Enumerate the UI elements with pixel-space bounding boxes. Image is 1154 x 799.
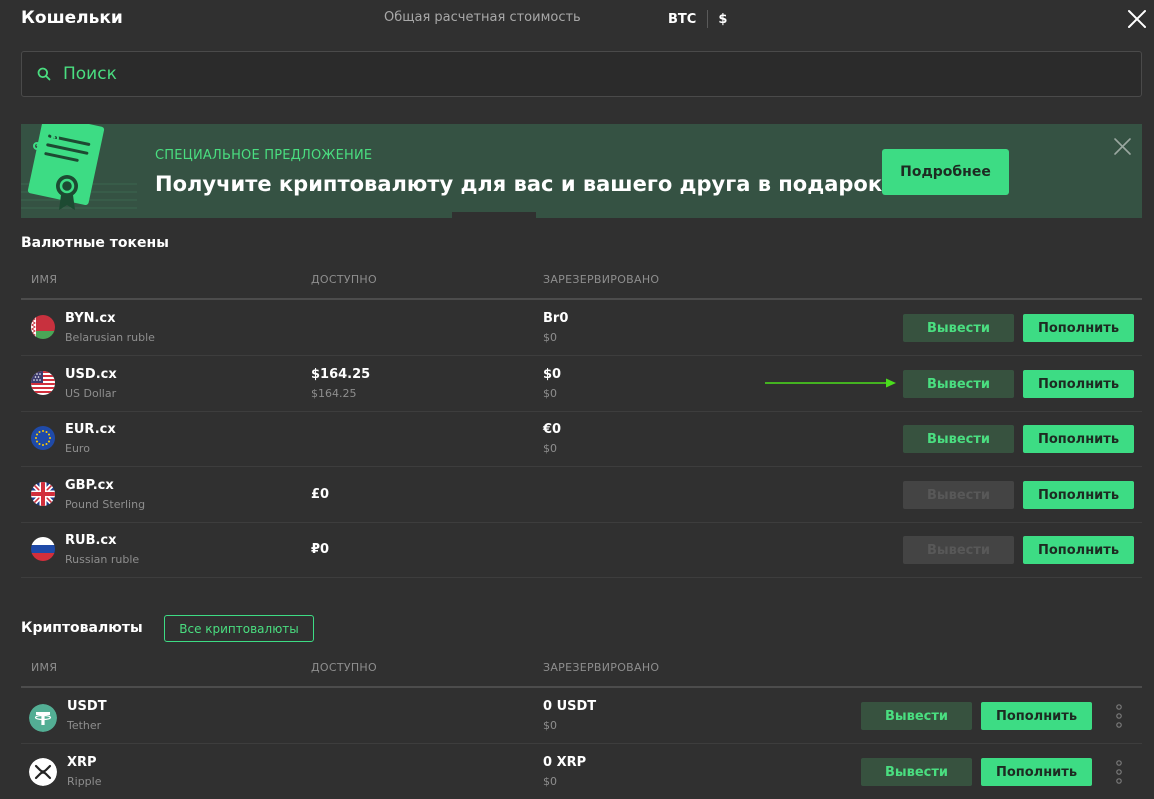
asset-code: EUR.cx xyxy=(65,422,116,437)
reserved-amount: 0 XRP xyxy=(543,755,587,770)
banner-headline: Получите криптовалюту для вас и вашего д… xyxy=(155,172,883,196)
search-input[interactable] xyxy=(61,60,1061,88)
usa-flag-icon xyxy=(31,371,55,395)
search-icon xyxy=(37,67,51,81)
asset-name: Euro xyxy=(65,442,90,455)
table-row: USD.cx US Dollar $164.25 $164.25 $0 $0 В… xyxy=(21,356,1142,411)
reserved-usd: $0 xyxy=(543,719,557,732)
page-title: Кошельки xyxy=(21,8,123,28)
table-row: XRP Ripple 0 XRP $0 Вывести Пополнить xyxy=(21,744,1142,799)
promo-banner: СПЕЦИАЛЬНОЕ ПРЕДЛОЖЕНИЕ Получите криптов… xyxy=(21,124,1142,218)
banner-kicker: СПЕЦИАЛЬНОЕ ПРЕДЛОЖЕНИЕ xyxy=(155,148,373,163)
currency-separator xyxy=(707,10,709,28)
table-row: USDT Tether 0 USDT $0 Вывести Пополнить xyxy=(21,688,1142,743)
asset-name: Belarusian ruble xyxy=(65,331,155,344)
deposit-button[interactable]: Пополнить xyxy=(1023,481,1134,509)
more-options-icon[interactable] xyxy=(1113,703,1125,729)
eu-flag-icon xyxy=(31,426,55,450)
withdraw-button[interactable]: Вывести xyxy=(861,702,972,730)
tether-icon xyxy=(29,704,57,732)
reserved-amount: Br0 xyxy=(543,311,569,326)
withdraw-button-disabled: Вывести xyxy=(903,481,1014,509)
search-box xyxy=(21,51,1142,97)
header: Кошельки Общая расчетная стоимость BTC $ xyxy=(0,0,1154,38)
tokens-col-reserved: ЗАРЕЗЕРВИРОВАНО xyxy=(543,273,660,286)
more-options-icon[interactable] xyxy=(1113,759,1125,785)
reserved-usd: $0 xyxy=(543,775,557,788)
available-amount: ₽0 xyxy=(311,542,330,557)
asset-name: Pound Sterling xyxy=(65,498,146,511)
details-button[interactable]: Подробнее xyxy=(882,149,1009,195)
withdraw-button[interactable]: Вывести xyxy=(903,314,1014,342)
asset-name: Ripple xyxy=(67,775,102,788)
table-row: EUR.cx Euro €0 $0 Вывести Пополнить xyxy=(21,411,1142,466)
belarus-flag-icon xyxy=(31,315,55,339)
available-usd: $164.25 xyxy=(311,387,357,400)
tokens-col-available: ДОСТУПНО xyxy=(311,273,377,286)
asset-code: USDT xyxy=(67,699,107,714)
deposit-button[interactable]: Пополнить xyxy=(981,758,1092,786)
xrp-icon xyxy=(29,758,57,786)
reserved-amount: 0 USDT xyxy=(543,699,597,714)
asset-code: XRP xyxy=(67,755,97,770)
crypto-section-title: Криптовалюты xyxy=(21,620,143,636)
asset-code: USD.cx xyxy=(65,367,117,382)
asset-code: RUB.cx xyxy=(65,533,117,548)
annotation-arrow-icon xyxy=(765,378,896,388)
available-amount: $164.25 xyxy=(311,367,371,382)
currency-btc-toggle[interactable]: BTC xyxy=(668,12,696,27)
table-row: RUB.cx Russian ruble ₽0 Вывести Пополнит… xyxy=(21,522,1142,577)
withdraw-button[interactable]: Вывести xyxy=(861,758,972,786)
asset-name: Tether xyxy=(67,719,102,732)
deposit-button[interactable]: Пополнить xyxy=(1023,314,1134,342)
row-divider xyxy=(21,577,1142,578)
deposit-button[interactable]: Пополнить xyxy=(981,702,1092,730)
banner-close-icon[interactable] xyxy=(1113,137,1132,156)
reserved-usd: $0 xyxy=(543,387,557,400)
asset-name: US Dollar xyxy=(65,387,117,400)
currency-usd-toggle[interactable]: $ xyxy=(718,12,727,27)
available-amount: £0 xyxy=(311,487,330,502)
tokens-section-title: Валютные токены xyxy=(21,235,169,251)
withdraw-button[interactable]: Вывести xyxy=(903,425,1014,453)
withdraw-button[interactable]: Вывести xyxy=(903,370,1014,398)
russia-flag-icon xyxy=(31,537,55,561)
crypto-col-reserved: ЗАРЕЗЕРВИРОВАНО xyxy=(543,661,660,674)
asset-code: GBP.cx xyxy=(65,478,114,493)
table-row: BYN.cx Belarusian ruble Br0 $0 Вывести П… xyxy=(21,300,1142,355)
asset-name: Russian ruble xyxy=(65,553,140,566)
all-crypto-button[interactable]: Все криптовалюты xyxy=(164,615,314,642)
crypto-col-name: ИМЯ xyxy=(31,661,58,674)
withdraw-button-disabled: Вывести xyxy=(903,536,1014,564)
reserved-amount: €0 xyxy=(543,422,562,437)
reserved-usd: $0 xyxy=(543,442,557,455)
tokens-col-name: ИМЯ xyxy=(31,273,58,286)
deposit-button[interactable]: Пополнить xyxy=(1023,370,1134,398)
table-row: GBP.cx Pound Sterling £0 Вывести Пополни… xyxy=(21,467,1142,522)
banner-tab-notch xyxy=(452,212,536,218)
total-value-label: Общая расчетная стоимость xyxy=(384,10,581,25)
deposit-button[interactable]: Пополнить xyxy=(1023,425,1134,453)
gift-certificate-icon xyxy=(21,124,137,218)
uk-flag-icon xyxy=(31,482,55,506)
deposit-button[interactable]: Пополнить xyxy=(1023,536,1134,564)
currency-switch: BTC $ xyxy=(668,10,727,28)
reserved-usd: $0 xyxy=(543,331,557,344)
asset-code: BYN.cx xyxy=(65,311,116,326)
crypto-col-available: ДОСТУПНО xyxy=(311,661,377,674)
reserved-amount: $0 xyxy=(543,367,562,382)
close-icon[interactable] xyxy=(1126,8,1148,30)
